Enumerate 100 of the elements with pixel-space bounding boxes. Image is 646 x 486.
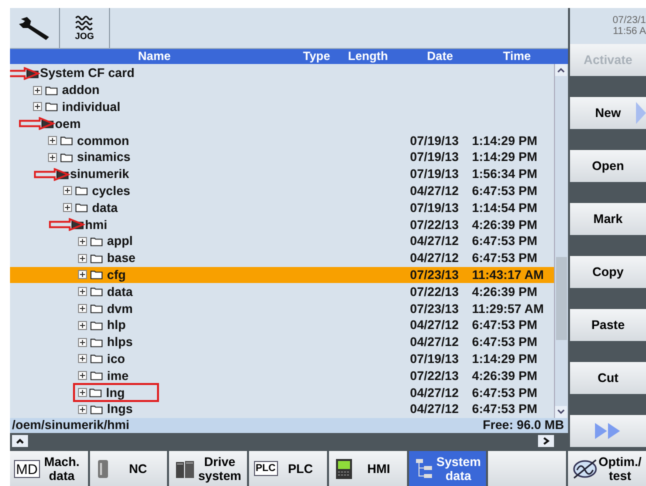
expand-icon[interactable]: [78, 287, 87, 296]
machine-data-icon: MD: [14, 460, 40, 478]
column-header[interactable]: Date: [427, 49, 454, 64]
time-cell-text: 4:26:39 PM: [472, 284, 538, 299]
softkey-button[interactable]: Mark: [570, 203, 646, 235]
tree-row[interactable]: cfg 07/23/13 11:43:17 AM: [10, 266, 554, 284]
area-key[interactable]: Optim./ test: [568, 450, 646, 486]
tree-row[interactable]: hmi 07/22/13 4:26:39 PM: [10, 216, 554, 233]
folder-name: hlps: [107, 335, 133, 350]
time-cell-text: 6:47:53 PM: [472, 335, 538, 350]
column-header[interactable]: Time: [503, 49, 531, 64]
expand-icon[interactable]: [78, 354, 87, 364]
expand-icon[interactable]: [78, 236, 87, 246]
tree-row[interactable]: oem: [10, 115, 554, 132]
date-cell-text: 07/19/13: [410, 167, 460, 182]
softkey-button[interactable]: Copy: [570, 256, 646, 288]
column-header[interactable]: Type: [303, 49, 330, 64]
tree-row[interactable]: addon: [10, 82, 554, 99]
softkey-button[interactable]: Paste: [570, 309, 646, 341]
tree-row[interactable]: hlps 04/27/12 6:47:53 PM: [10, 334, 554, 351]
area-key[interactable]: System data: [408, 450, 486, 486]
time-cell-text: 6:47:53 PM: [472, 318, 538, 332]
expand-icon[interactable]: [48, 152, 57, 162]
date-cell-text: 04/27/12: [410, 318, 460, 332]
folder-icon: [90, 370, 103, 382]
tree-row[interactable]: data 07/19/13 1:14:54 PM: [10, 199, 554, 216]
tree-row[interactable]: appl 04/27/12 6:47:53 PM: [10, 232, 554, 250]
scroll-thumb[interactable]: [556, 257, 567, 340]
tree-row[interactable]: dvm 07/23/13 11:29:57 AM: [10, 300, 554, 317]
softkey-button[interactable]: New: [570, 97, 646, 129]
time-cell-text: 6:47:53 PM: [472, 402, 538, 416]
scroll-up-icon[interactable]: [12, 434, 28, 447]
date-cell-text: 07/22/13: [410, 218, 460, 232]
area-key[interactable]: PLC PLC: [249, 450, 327, 486]
tree-row[interactable]: sinumerik 07/19/13 1:56:34 PM: [10, 166, 554, 183]
expand-icon[interactable]: [63, 186, 72, 196]
area-key[interactable]: NC: [90, 450, 168, 486]
tree-row[interactable]: ime 07/22/13 4:26:39 PM: [10, 367, 554, 384]
folder-name: sinumerik: [70, 167, 130, 182]
time-text: 11:56 A: [612, 26, 646, 37]
scroll-right-icon[interactable]: [538, 434, 554, 447]
folder-icon: [90, 336, 103, 348]
annotation-arrow-icon: [19, 117, 55, 130]
date-text: 07/23/1: [612, 15, 646, 26]
time-cell-text: 4:26:39 PM: [472, 218, 538, 232]
tree-row[interactable]: sinamics 07/19/13 1:14:29 PM: [10, 148, 554, 166]
scroll-down-icon[interactable]: [555, 406, 567, 418]
folder-name: addon: [62, 83, 100, 98]
softkey-button[interactable]: Cut: [570, 362, 646, 394]
tree-row[interactable]: lngs 04/27/12 6:47:53 PM: [10, 400, 554, 418]
date-cell-text: 07/19/13: [410, 352, 460, 366]
folder-icon: [90, 404, 103, 415]
tree-row[interactable]: ico 07/19/13 1:14:29 PM: [10, 350, 554, 368]
time-cell-text: 4:26:39 PM: [472, 368, 538, 383]
date-cell-text: 04/27/12: [410, 402, 460, 416]
oscilloscope-icon: [572, 458, 598, 480]
column-header[interactable]: Length: [348, 49, 388, 64]
folder-name: lng: [106, 386, 125, 400]
area-key[interactable]: Drive system: [169, 450, 248, 486]
time-cell-text: 6:47:53 PM: [472, 386, 538, 400]
expand-icon[interactable]: [78, 320, 87, 330]
expand-icon[interactable]: [48, 136, 57, 146]
horizontal-scrollbar[interactable]: [10, 432, 568, 451]
annotation-arrow-icon: [10, 66, 40, 80]
expand-icon[interactable]: [78, 388, 87, 398]
tree-row[interactable]: hlp 04/27/12 6:47:53 PM: [10, 316, 554, 334]
softkey-button[interactable]: Open: [570, 150, 646, 182]
plc-icon: PLC: [254, 461, 278, 476]
vertical-scrollbar[interactable]: [554, 64, 568, 418]
tree-row[interactable]: base 04/27/12 6:47:53 PM: [10, 250, 554, 267]
column-header[interactable]: Name: [138, 49, 171, 64]
expand-icon[interactable]: [33, 86, 42, 95]
expand-icon[interactable]: [33, 102, 42, 112]
folder-name: oem: [55, 116, 81, 131]
tree-row[interactable]: cycles 04/27/12 6:47:53 PM: [10, 182, 554, 200]
folder-name: hmi: [85, 218, 108, 232]
expand-icon[interactable]: [78, 270, 87, 280]
tree-row[interactable]: System CF card: [10, 65, 554, 82]
tree-row[interactable]: common 07/19/13 1:14:29 PM: [10, 132, 554, 149]
expand-icon[interactable]: [78, 338, 87, 347]
area-key[interactable]: HMI: [328, 450, 407, 486]
date-cell-text: 07/23/13: [410, 302, 460, 316]
time-cell-text: 11:43:17 AM: [472, 268, 545, 282]
folder-name: ico: [107, 352, 126, 366]
folder-icon: [60, 152, 73, 163]
tree-row[interactable]: lng 04/27/12 6:47:53 PM: [10, 384, 554, 401]
expand-icon[interactable]: [63, 203, 72, 212]
time-cell-text: 1:14:29 PM: [472, 352, 538, 366]
tree-row[interactable]: individual: [10, 98, 554, 116]
expand-icon[interactable]: [78, 371, 87, 380]
date-cell-text: 07/19/13: [410, 134, 460, 148]
folder-icon: [90, 236, 103, 247]
tree-row[interactable]: data 07/22/13 4:26:39 PM: [10, 283, 554, 300]
folder-name: cfg: [107, 268, 126, 282]
expand-icon[interactable]: [78, 404, 87, 414]
expand-icon[interactable]: [78, 304, 87, 314]
tree-icon: [414, 458, 433, 480]
expand-icon[interactable]: [78, 254, 87, 263]
more-arrow-icon: [636, 102, 646, 124]
scroll-up-icon[interactable]: [555, 64, 567, 76]
